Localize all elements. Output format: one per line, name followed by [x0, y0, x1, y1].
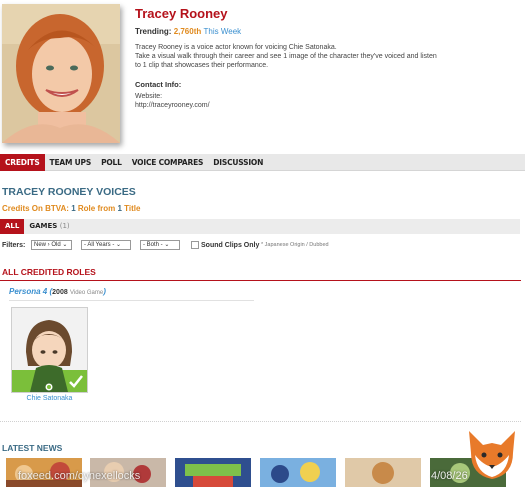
subtab-games[interactable]: GAMES (1) [24, 219, 74, 234]
game-kind: Video Game [69, 290, 104, 296]
trending-period: This Week [203, 27, 242, 36]
titles-text: Title [124, 204, 141, 213]
actor-name: Tracey Rooney [135, 6, 228, 21]
trending-rank[interactable]: 2,760th [174, 27, 202, 36]
credits-prefix: Credits On BTVA: [2, 204, 69, 213]
game-year: 2008 [52, 289, 68, 296]
chevron-down-icon: ⌄ [114, 242, 122, 248]
website-link[interactable]: http://traceyrooney.com/ [135, 101, 210, 110]
watermark-text: foxeed.com/cynexellocks [18, 470, 141, 482]
year-select[interactable]: - All Years - ⌄ [81, 240, 131, 250]
news-thumbnail[interactable] [260, 458, 336, 487]
roles-text: Role from [77, 204, 116, 213]
divider [0, 421, 521, 422]
year-select-value: - All Years - [84, 242, 115, 248]
roles-count: 1 [71, 204, 76, 213]
sort-select[interactable]: New › Old ⌄ [31, 240, 72, 250]
subtab-games-count: (1) [59, 222, 70, 230]
news-thumbnail[interactable] [175, 458, 251, 487]
tab-voice-compares[interactable]: VOICE COMPARES [127, 154, 209, 171]
game-meta-close: ) [103, 287, 106, 296]
profile-photo [2, 4, 120, 143]
divider [9, 300, 254, 301]
origin-select[interactable]: - Both - ⌄ [140, 240, 180, 250]
character-card-image[interactable] [11, 307, 88, 393]
filters-label: Filters: [2, 242, 26, 249]
bio-line: Tracey Rooney is a voice actor known for… [135, 44, 337, 51]
subtab-all[interactable]: ALL [0, 219, 25, 234]
trending-label: Trending: [135, 27, 172, 36]
credited-roles-heading: ALL CREDITED ROLES [2, 267, 96, 277]
chevron-down-icon: ⌄ [60, 242, 68, 248]
tab-credits[interactable]: CREDITS [0, 154, 45, 171]
tab-poll[interactable]: POLL [96, 154, 127, 171]
news-thumbnail[interactable] [345, 458, 421, 487]
game-title-line: Persona 4 (2008 Video Game) [9, 287, 106, 296]
character-name-link[interactable]: Chie Satonaka [11, 395, 88, 402]
sound-clips-checkbox[interactable] [191, 241, 199, 249]
contact-info: Contact Info: Website: http://traceyroon… [135, 80, 210, 110]
game-title-link[interactable]: Persona 4 [9, 287, 47, 296]
origin-select-value: - Both - [143, 242, 163, 248]
titles-count: 1 [117, 204, 122, 213]
origin-note: * Japanese Origin / Dubbed [261, 242, 329, 248]
website-label: Website: [135, 93, 163, 100]
chevron-down-icon: ⌄ [162, 242, 170, 248]
bio-line: to 1 clip that showcases their performan… [135, 62, 269, 69]
credit-type-tabs: ALL GAMES (1) [0, 219, 520, 234]
actor-bio: Tracey Rooney is a voice actor known for… [135, 43, 480, 70]
contact-title: Contact Info: [135, 80, 182, 89]
trending-stat: Trending: 2,760th This Week [135, 27, 241, 36]
tab-team-ups[interactable]: TEAM UPS [45, 154, 97, 171]
sound-clips-label: Sound Clips Only [201, 242, 260, 249]
voices-heading: TRACEY ROONEY VOICES [2, 186, 136, 198]
profile-tabs: CREDITS TEAM UPS POLL VOICE COMPARES DIS… [0, 154, 525, 171]
tab-discussion[interactable]: DISCUSSION [208, 154, 268, 171]
subtab-games-label: GAMES [29, 222, 58, 230]
credits-summary: Credits On BTVA: 1 Role from 1 Title [2, 204, 140, 213]
bio-line: Take a visual walk through their career … [135, 53, 437, 60]
divider [0, 280, 521, 281]
fox-logo-icon [463, 425, 521, 483]
latest-news-heading: LATEST NEWS [2, 443, 63, 453]
sort-select-value: New › Old [34, 242, 61, 248]
